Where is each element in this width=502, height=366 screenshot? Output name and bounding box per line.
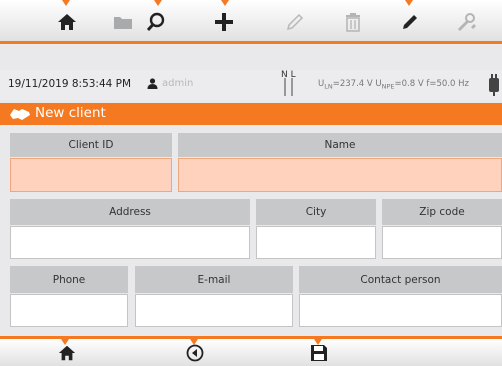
tools-button[interactable] bbox=[446, 4, 486, 40]
status-bar: 19/11/2019 8:53:44 PM admin N L ULN=237.… bbox=[0, 70, 502, 100]
title-bar: New client bbox=[0, 103, 502, 125]
contact-person-field[interactable] bbox=[299, 294, 502, 327]
marker-button[interactable] bbox=[390, 4, 430, 40]
clients-icon bbox=[10, 109, 30, 120]
zip-header: Zip code bbox=[382, 199, 502, 225]
city-field[interactable] bbox=[256, 226, 376, 259]
client-id-header: Client ID bbox=[10, 133, 172, 157]
back-icon bbox=[186, 344, 204, 361]
bottom-toolbar bbox=[0, 336, 502, 366]
client-id-field[interactable] bbox=[10, 158, 172, 192]
add-button[interactable] bbox=[204, 4, 244, 40]
phone-header: Phone bbox=[10, 266, 128, 293]
uln-value: =237.4 V bbox=[332, 79, 373, 89]
trash-icon bbox=[346, 13, 360, 32]
top-toolbar bbox=[0, 0, 502, 44]
home-icon bbox=[58, 14, 76, 30]
datetime-label: 19/11/2019 8:53:44 PM bbox=[8, 78, 132, 90]
measurement-readout: ULN=237.4 V UNPE=0.8 V f=50.0 Hz bbox=[318, 79, 469, 91]
user-name: admin bbox=[162, 78, 194, 89]
name-header: Name bbox=[178, 133, 502, 157]
folder-icon bbox=[114, 17, 132, 29]
email-field[interactable] bbox=[135, 294, 293, 327]
save-button[interactable] bbox=[299, 339, 339, 366]
home-button[interactable] bbox=[47, 4, 87, 40]
save-icon bbox=[311, 344, 327, 361]
unpe-sub: NPE bbox=[381, 82, 395, 91]
zip-field[interactable] bbox=[382, 226, 502, 259]
frequency-value: f=50.0 Hz bbox=[426, 79, 470, 89]
name-field[interactable] bbox=[178, 158, 502, 192]
city-header: City bbox=[256, 199, 376, 225]
edit-button[interactable] bbox=[275, 4, 315, 40]
back-button[interactable] bbox=[175, 339, 215, 366]
email-header: E-mail bbox=[135, 266, 293, 293]
uln-sub: LN bbox=[324, 82, 333, 91]
address-field[interactable] bbox=[10, 226, 250, 259]
phone-field[interactable] bbox=[10, 294, 128, 327]
home-button-bottom[interactable] bbox=[47, 339, 87, 366]
marker-icon bbox=[403, 15, 417, 29]
phase-lines-icon bbox=[284, 78, 293, 96]
delete-button[interactable] bbox=[333, 4, 373, 40]
pencil-icon bbox=[286, 13, 304, 31]
plug-icon bbox=[489, 74, 499, 96]
contact-person-header: Contact person bbox=[299, 266, 502, 293]
page-title: New client bbox=[35, 105, 106, 121]
search-button[interactable] bbox=[136, 4, 176, 40]
search-icon bbox=[146, 12, 165, 32]
tools-icon bbox=[458, 13, 476, 31]
home-icon bbox=[58, 345, 76, 360]
user-icon bbox=[147, 78, 158, 89]
plus-icon bbox=[215, 13, 233, 31]
unpe-value: =0.8 V bbox=[394, 79, 424, 89]
address-header: Address bbox=[10, 199, 250, 225]
